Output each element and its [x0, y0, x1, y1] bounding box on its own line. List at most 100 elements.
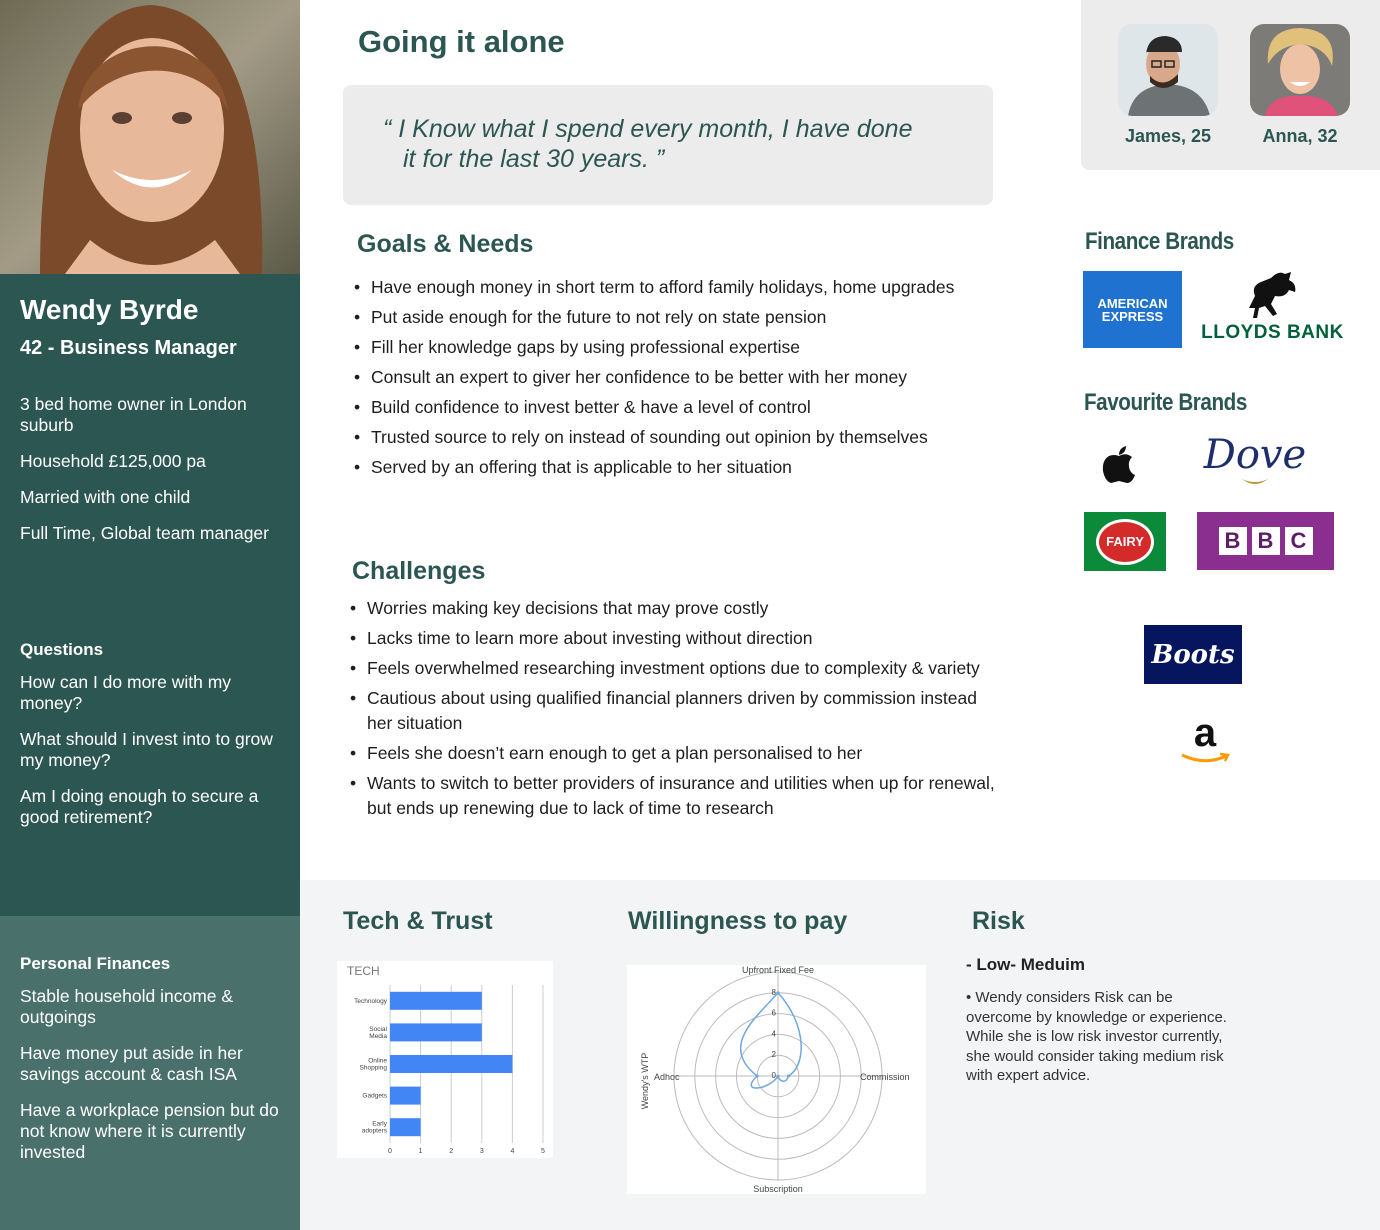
list-item: Build confidence to invest better & have… [354, 395, 994, 420]
finance-item: Stable household income & outgoings [20, 986, 234, 1027]
radar-tick-label: 2 [772, 1050, 777, 1059]
risk-level: - Low- Meduim [966, 955, 1085, 974]
list-item: Lacks time to learn more about investing… [350, 626, 995, 651]
questions-section: Questions How can I do more with my mone… [20, 640, 290, 843]
amex-line: EXPRESS [1101, 308, 1164, 324]
avatar [1250, 24, 1350, 116]
avatar-image [1250, 24, 1350, 116]
y-tick-label: Shopping [360, 1065, 388, 1072]
list-item: Trusted source to rely on instead of sou… [354, 425, 994, 450]
amex-line: AMERICAN [1097, 295, 1168, 311]
x-tick-label: 3 [480, 1148, 484, 1155]
persona-card-anna[interactable]: Anna, 32 [1240, 24, 1360, 147]
finance-item: Have a workplace pension but do not know… [20, 1100, 279, 1162]
persona-card-label: James, 25 [1124, 126, 1212, 146]
favourite-brands-title: Favourite Brands [1084, 389, 1247, 416]
page-title: Going it alone [358, 24, 565, 59]
radar-tick-label: 4 [772, 1029, 777, 1038]
fairy-label: FAIRY [1106, 534, 1144, 549]
boots-label: Boots [1151, 639, 1235, 670]
persona-role: 42 - Business Manager [20, 337, 237, 359]
radar-axis-label: Upfront Fixed Fee [742, 965, 814, 975]
radar-point [776, 991, 780, 995]
persona-facts: 3 bed home owner in London suburb Househ… [20, 394, 285, 559]
tech-chart-svg: TECH 0 1 2 3 4 5 Technology SocialMedia OnlineSho… [347, 964, 545, 1155]
radar-tick-label: 6 [772, 1009, 777, 1018]
wtp-title: Willingness to pay [628, 907, 848, 935]
list-item: Wants to switch to better providers of i… [350, 771, 995, 821]
radar-axis-label: Subscription [753, 1184, 803, 1194]
bar [390, 1023, 482, 1042]
list-item: Have enough money in short term to affor… [354, 275, 994, 300]
y-tick-label: Media [369, 1033, 387, 1040]
amex-logo: AMERICAN EXPRESS [1083, 271, 1182, 348]
x-tick-label: 0 [388, 1148, 392, 1155]
list-item: Consult an expert to giver her confidenc… [354, 365, 994, 390]
challenges-title: Challenges [352, 557, 486, 585]
list-item: Cautious about using qualified financial… [350, 686, 995, 736]
persona-quote: “ I Know what I spend every month, I hav… [343, 85, 993, 205]
bar [390, 1055, 513, 1073]
radar-point [786, 1074, 790, 1078]
persona-card-james[interactable]: James, 25 [1108, 24, 1228, 147]
fairy-logo: FAIRY [1084, 512, 1166, 571]
list-item: Fill her knowledge gaps by using profess… [354, 335, 994, 360]
finance-brands-title: Finance Brands [1085, 228, 1234, 255]
fact-item: Household £125,000 pa [20, 451, 206, 471]
amazon-logo: a [1170, 712, 1240, 766]
question-item: How can I do more with my money? [20, 672, 232, 713]
list-item: Feels overwhelmed researching investment… [350, 656, 995, 681]
finances-title: Personal Finances [20, 954, 171, 973]
x-tick-label: 1 [419, 1148, 423, 1155]
bbc-logo: B B C [1197, 512, 1334, 570]
horse-icon [1248, 272, 1295, 318]
list-item: Served by an offering that is applicable… [354, 455, 994, 480]
boots-logo: Boots [1144, 625, 1242, 684]
list-item: Feels she doesn’t earn enough to get a p… [350, 741, 995, 766]
wtp-chart: 0 2 4 6 8 Upfront Fixed Fee Commission Subscrip… [627, 965, 926, 1194]
persona-photo-image [0, 0, 300, 274]
radar-point [755, 1074, 759, 1078]
fairy-badge: FAIRY [1096, 518, 1154, 565]
bbc-block: B [1218, 527, 1247, 555]
y-tick-label: Online [368, 1058, 387, 1065]
risk-title: Risk [972, 907, 1025, 935]
tech-chart: TECH 0 1 2 3 4 5 Technology Social Media Online Sho… [337, 961, 553, 1158]
y-tick-label: Technology [354, 998, 388, 1005]
question-item: Am I doing enough to secure a good retir… [20, 786, 259, 827]
dove-logo: Dove [1200, 430, 1310, 492]
lloyds-label: LLOYDS BANK [1201, 322, 1344, 343]
challenges-list: Worries making key decisions that may pr… [350, 596, 995, 826]
fact-item: 3 bed home owner in London suburb [20, 394, 247, 435]
persona-card-label: Anna, 32 [1262, 126, 1338, 146]
persona-name: Wendy Byrde [20, 294, 199, 325]
radar-axis-label: Commission [860, 1072, 910, 1082]
avatar [1118, 24, 1218, 116]
wtp-chart-svg: 02468Upfront Fixed FeeCommissionSubscrip… [640, 965, 910, 1194]
y-tick-label: adopters [362, 1128, 388, 1135]
tech-title: Tech & Trust [343, 907, 493, 935]
question-item: What should I invest into to grow my mon… [20, 729, 273, 770]
bbc-block: C [1284, 527, 1313, 555]
bar [390, 1118, 421, 1137]
x-tick-label: 2 [449, 1148, 453, 1155]
lloyds-logo: LLOYDS BANK [1200, 268, 1345, 352]
bar [390, 1086, 421, 1105]
risk-description: • Wendy considers Risk can be overcome b… [966, 989, 1227, 1084]
dove-label: Dove [1203, 432, 1307, 478]
radar-axis-label: Adhoc [654, 1072, 680, 1082]
bbc-block: B [1251, 527, 1280, 555]
fact-item: Married with one child [20, 487, 191, 507]
quote-line: it for the last 30 years. ” [403, 145, 665, 173]
apple-logo [1098, 444, 1140, 486]
amazon-smile-icon [1181, 752, 1230, 763]
y-tick-label: Early [372, 1121, 388, 1128]
x-tick-label: 4 [510, 1148, 514, 1155]
list-item: Put aside enough for the future to not r… [354, 305, 994, 330]
y-tick-label: Gadgets [362, 1093, 387, 1100]
persona-sidebar: Wendy Byrde 42 - Business Manager 3 bed … [0, 0, 300, 1230]
finances-section: Personal Finances Stable household incom… [0, 916, 300, 1230]
related-personas: James, 25 Anna, 32 [1081, 0, 1380, 170]
amazon-label: a [1193, 711, 1217, 755]
avatar-image [1118, 24, 1218, 116]
